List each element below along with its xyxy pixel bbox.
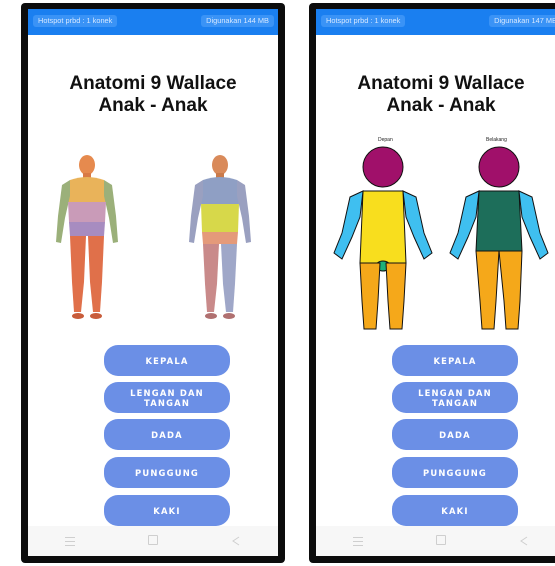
kepala-button[interactable]: KEPALA <box>104 345 230 376</box>
front-left-arm-region <box>402 190 433 260</box>
back-head-region <box>478 146 520 188</box>
hotspot-status: Hotspot prbd : 1 konek <box>33 15 118 27</box>
system-nav-bar <box>316 526 555 556</box>
front-chest-region <box>68 177 106 202</box>
back-left-arm <box>237 180 251 243</box>
front-right-arm <box>56 180 70 243</box>
home-icon[interactable] <box>433 535 449 547</box>
data-usage-status: Digunakan 147 MB <box>489 15 555 27</box>
front-left-leg-region <box>385 262 407 330</box>
page-title: Anatomi 9 Wallace Anak - Anak <box>28 73 278 117</box>
back-right-leg <box>203 244 219 312</box>
home-icon[interactable] <box>145 535 161 547</box>
front-label: Depan <box>378 137 393 143</box>
front-chest-region <box>359 190 407 264</box>
system-nav-bar <box>28 526 278 556</box>
front-right-leg-region <box>359 262 381 330</box>
dada-button[interactable]: DADA <box>104 419 230 450</box>
back-left-arm-region <box>518 190 549 260</box>
title-line-2: Anak - Anak <box>98 95 208 116</box>
front-right-leg <box>70 236 86 312</box>
front-right-arm-region <box>333 190 364 260</box>
punggung-button[interactable]: PUNGGUNG <box>392 457 518 488</box>
back-right-arm <box>189 180 203 243</box>
back-lower-region <box>201 204 239 232</box>
front-abdomen-region <box>68 202 106 222</box>
front-head <box>79 155 95 175</box>
punggung-button[interactable]: PUNGGUNG <box>104 457 230 488</box>
status-bar: Hotspot prbd : 1 konek Digunakan 147 MB <box>316 9 555 35</box>
front-body-illustration <box>56 155 118 319</box>
lengan-dan-tangan-button[interactable]: LENGAN DAN TANGAN <box>104 382 230 413</box>
page-title: Anatomi 9 Wallace Anak - Anak <box>316 73 555 117</box>
front-region-diagram: Depan <box>333 137 433 330</box>
back-upper-region <box>201 177 239 204</box>
back-left-leg <box>221 244 237 312</box>
lengan-dan-tangan-button[interactable]: LENGAN DAN TANGAN <box>392 382 518 413</box>
dada-button[interactable]: DADA <box>392 419 518 450</box>
title-line-1: Anatomi 9 Wallace <box>357 73 525 94</box>
back-icon[interactable] <box>228 535 244 547</box>
kaki-button[interactable]: KAKI <box>104 495 230 526</box>
phone-left: Hotspot prbd : 1 konek Digunakan 144 MB … <box>21 3 285 563</box>
title-line-2: Anak - Anak <box>386 95 496 116</box>
app-screen-right: Hotspot prbd : 1 konek Digunakan 147 MB … <box>316 9 555 556</box>
kaki-button[interactable]: KAKI <box>392 495 518 526</box>
back-body-illustration <box>189 155 251 319</box>
back-right-arm-region <box>449 190 480 260</box>
back-head <box>212 155 228 175</box>
phone-right: Hotspot prbd : 1 konek Digunakan 147 MB … <box>309 3 555 563</box>
data-usage-status: Digunakan 144 MB <box>201 15 274 27</box>
title-line-1: Anatomi 9 Wallace <box>69 73 237 94</box>
back-upper-region <box>475 190 523 252</box>
back-right-leg-region <box>475 250 500 330</box>
recent-apps-icon[interactable] <box>350 535 366 547</box>
back-left-leg-region <box>498 250 523 330</box>
front-left-arm <box>104 180 118 243</box>
back-icon[interactable] <box>516 535 532 547</box>
recent-apps-icon[interactable] <box>62 535 78 547</box>
status-bar: Hotspot prbd : 1 konek Digunakan 144 MB <box>28 9 278 35</box>
back-region-diagram: Belakang <box>449 137 549 330</box>
front-head-region <box>362 146 404 188</box>
hotspot-status: Hotspot prbd : 1 konek <box>321 15 406 27</box>
kepala-button[interactable]: KEPALA <box>392 345 518 376</box>
front-left-leg <box>88 236 104 312</box>
back-label: Belakang <box>486 137 507 143</box>
app-screen-left: Hotspot prbd : 1 konek Digunakan 144 MB … <box>28 9 278 556</box>
